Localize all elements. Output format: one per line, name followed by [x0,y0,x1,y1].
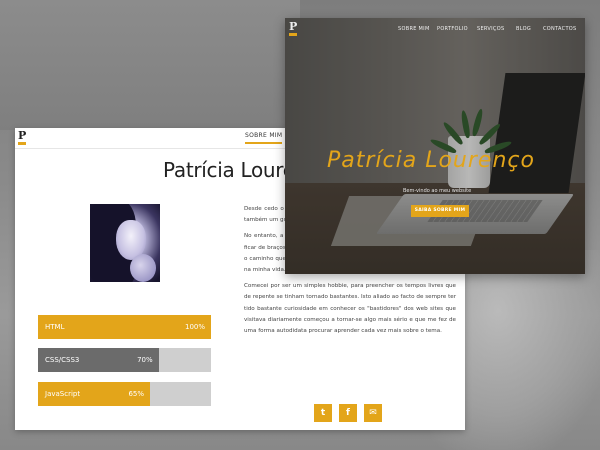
nav-item-blog[interactable]: BLOG [516,26,531,32]
facebook-icon: f [346,408,350,418]
hero-title: Patrícia Lourenço [327,148,535,173]
hero-page-card: P SOBRE MIM PORTFOLIO SERVIÇOS BLOG CONT… [285,18,585,274]
logo-letter: P [289,20,298,33]
skill-percent: 100% [185,323,206,331]
logo-accent-bar [289,33,297,36]
skill-bar-css: CSS/CSS3 70% [38,348,211,372]
skill-name: HTML [45,323,65,331]
facebook-button[interactable]: f [339,404,357,422]
site-logo[interactable]: P [18,130,28,145]
logo-accent-bar [18,142,26,145]
hero-subtitle: Bem-vindo ao meu website [403,188,472,194]
skill-bar-html: HTML 100% [38,315,211,339]
nav-item-sobre-mim[interactable]: SOBRE MIM [245,132,283,144]
email-icon: ✉ [369,408,377,418]
nav-item-portfolio[interactable]: PORTFOLIO [437,26,468,32]
skill-name: CSS/CSS3 [45,356,80,364]
email-button[interactable]: ✉ [364,404,382,422]
profile-photo [90,204,160,282]
twitter-icon: t [320,408,326,418]
about-paragraph: Comecei por ser um simples hobbie, para … [244,283,456,335]
nav-item-sobre-mim[interactable]: SOBRE MIM [398,26,430,32]
nav-item-servicos[interactable]: SERVIÇOS [477,26,504,32]
twitter-button[interactable]: t [314,404,332,422]
about-me-button[interactable]: SAIBA SOBRE MIM [411,205,469,217]
skill-bar-javascript: JavaScript 65% [38,382,211,406]
skill-percent: 70% [137,356,153,364]
background-top-left [0,0,300,130]
nav-item-contactos[interactable]: CONTACTOS [543,26,577,32]
site-logo[interactable]: P [289,21,297,36]
hero-navbar: P SOBRE MIM PORTFOLIO SERVIÇOS BLOG CONT… [285,18,585,40]
hero-dark-overlay [285,18,585,274]
logo-letter: P [18,129,27,142]
skill-name: JavaScript [45,390,81,398]
skill-percent: 65% [128,390,144,398]
